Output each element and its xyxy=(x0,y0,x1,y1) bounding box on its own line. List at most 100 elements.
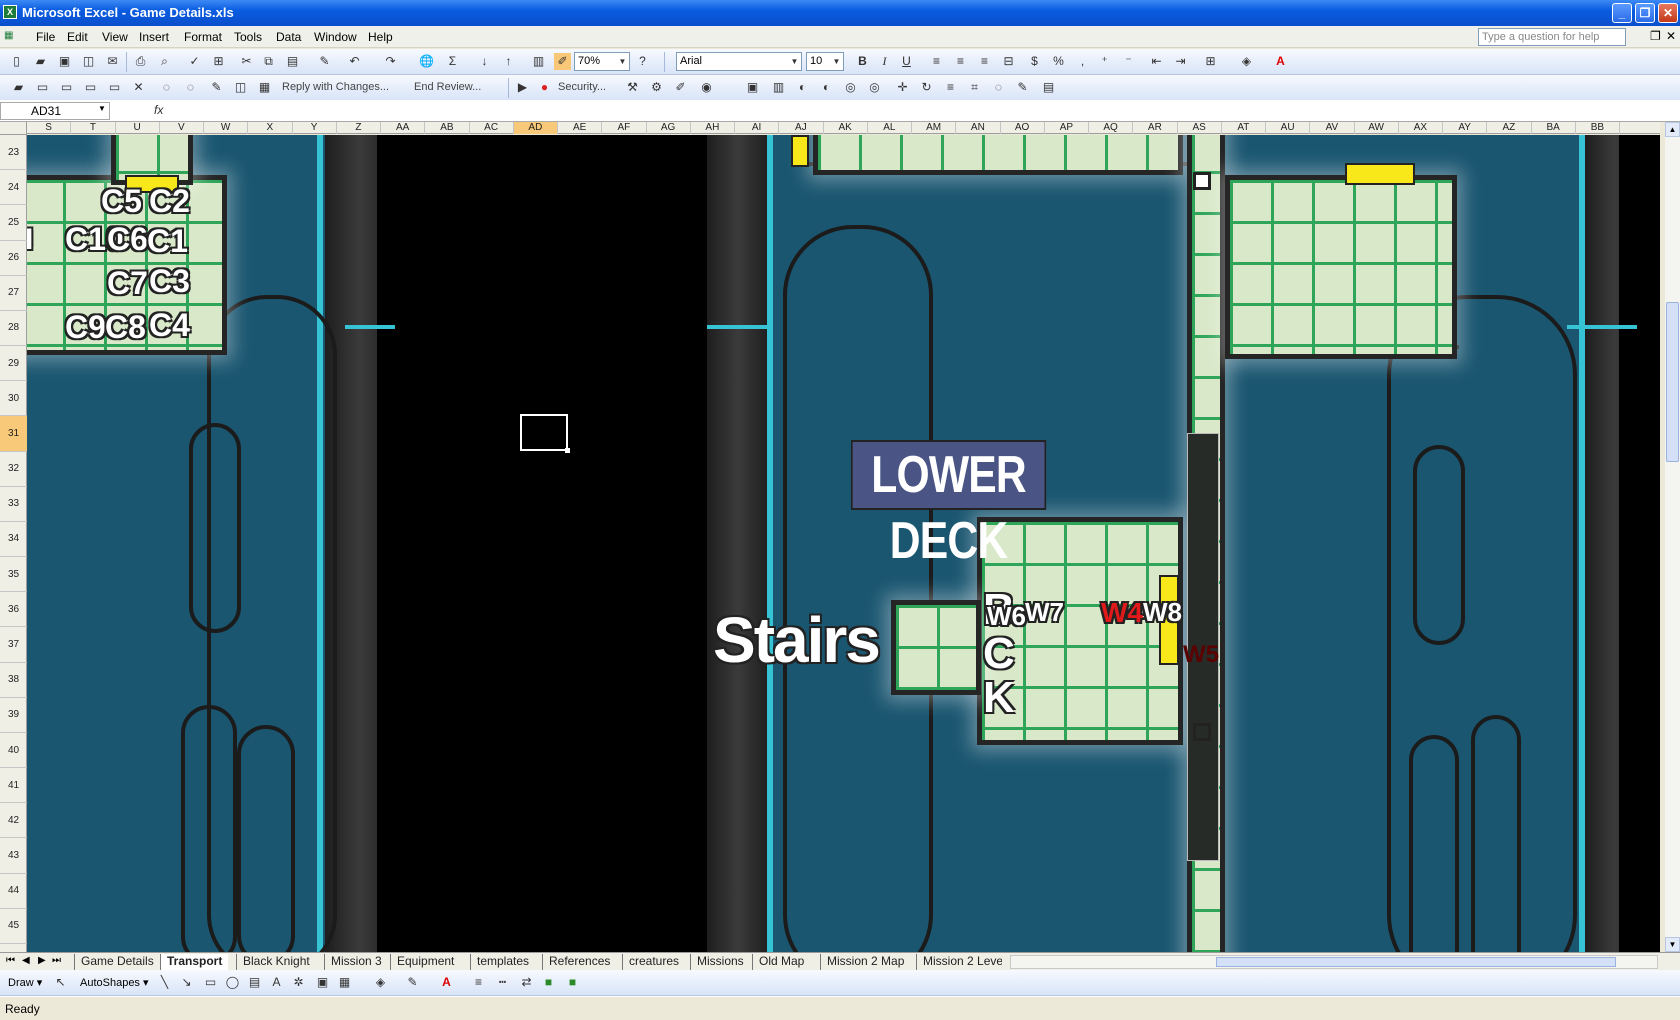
format-icon[interactable]: ▤ xyxy=(1040,79,1057,96)
scroll-thumb[interactable] xyxy=(1216,957,1616,967)
row-header[interactable]: 40 xyxy=(0,733,27,769)
comment-icon[interactable]: ▭ xyxy=(106,79,123,96)
column-header[interactable]: Y xyxy=(293,122,337,134)
font-color-icon[interactable]: A xyxy=(438,974,455,991)
line-style-icon[interactable]: ≡ xyxy=(470,974,487,991)
rotate-icon[interactable]: ↻ xyxy=(918,79,935,96)
draw-menu[interactable]: Draw ▾ xyxy=(8,976,42,989)
hyperlink-icon[interactable]: 🌐 xyxy=(418,53,435,70)
visual-basic-icon[interactable]: ⚒ xyxy=(624,79,641,96)
run-macro-icon[interactable]: ▶ xyxy=(514,79,531,96)
comment-icon[interactable]: ▭ xyxy=(58,79,75,96)
name-box[interactable]: AD31 xyxy=(0,102,110,120)
column-header[interactable]: AF xyxy=(602,122,647,134)
row-header[interactable]: 23 xyxy=(0,135,27,171)
pencil-icon[interactable]: ✎ xyxy=(1014,79,1031,96)
active-cell-selection[interactable] xyxy=(520,414,570,453)
increase-decimal-icon[interactable]: ⁺ xyxy=(1096,53,1113,70)
chevron-down-icon[interactable]: ▼ xyxy=(98,104,106,113)
print-icon[interactable]: ⎙ xyxy=(132,53,149,70)
record-macro-icon[interactable]: ● xyxy=(536,79,553,96)
fill-color-icon[interactable]: ◈ xyxy=(372,974,389,991)
row-header[interactable]: 36 xyxy=(0,592,27,628)
shape-icon[interactable]: ◌ xyxy=(990,79,1007,96)
row-header[interactable]: 28 xyxy=(0,311,27,347)
open-icon[interactable]: ▰ xyxy=(32,53,49,70)
shadow-icon[interactable]: ■ xyxy=(540,974,557,991)
column-header[interactable]: W xyxy=(204,122,249,134)
column-header[interactable]: BA xyxy=(1532,122,1576,134)
last-sheet-icon[interactable]: ⏭ xyxy=(52,955,61,966)
column-header[interactable]: V xyxy=(160,122,204,134)
column-header[interactable]: AC xyxy=(470,122,514,134)
align-right-icon[interactable]: ≡ xyxy=(976,53,993,70)
clip-art-icon[interactable]: ▣ xyxy=(314,974,331,991)
row-header[interactable]: 41 xyxy=(0,768,27,804)
form-icon[interactable]: ◐ xyxy=(794,79,811,96)
borders-icon[interactable]: ⊞ xyxy=(1202,53,1219,70)
menu-tools[interactable]: Tools xyxy=(234,30,262,44)
menu-edit[interactable]: Edit xyxy=(67,30,88,44)
reply-with-changes-button[interactable]: Reply with Changes... xyxy=(282,81,389,93)
copy-icon[interactable]: ⧉ xyxy=(260,53,277,70)
sheet-tab[interactable]: Mission 3 xyxy=(324,954,388,970)
column-header[interactable]: AV xyxy=(1310,122,1355,134)
column-header[interactable]: AN xyxy=(956,122,1001,134)
new-icon[interactable]: ▯ xyxy=(8,53,25,70)
italic-button[interactable]: I xyxy=(876,53,893,70)
percent-button[interactable]: % xyxy=(1050,53,1067,70)
row-header[interactable]: 33 xyxy=(0,487,27,522)
sheet-tab[interactable]: Old Map xyxy=(752,954,810,970)
redo-icon[interactable]: ↷ xyxy=(382,53,399,70)
research-icon[interactable]: ⊞ xyxy=(210,53,227,70)
next-sheet-icon[interactable]: ▶ xyxy=(38,955,46,966)
column-header[interactable]: AE xyxy=(558,122,603,134)
underline-button[interactable]: U xyxy=(898,53,915,70)
menu-window[interactable]: Window xyxy=(314,30,357,44)
row-header[interactable]: 29 xyxy=(0,346,27,382)
form-icon[interactable]: ▥ xyxy=(770,79,787,96)
column-header[interactable]: AO xyxy=(1001,122,1045,134)
vertical-scrollbar[interactable]: ▲ ▼ xyxy=(1665,122,1680,952)
rectangle-icon[interactable]: ▭ xyxy=(202,974,219,991)
fill-color-icon[interactable]: ◈ xyxy=(1238,53,1255,70)
menu-file[interactable]: File xyxy=(36,30,55,44)
function-icon[interactable]: fx xyxy=(154,103,163,117)
fill-handle[interactable] xyxy=(565,448,570,453)
decrease-decimal-icon[interactable]: ⁻ xyxy=(1120,53,1137,70)
sheet-tab-active[interactable]: Transport xyxy=(160,954,229,970)
column-header[interactable]: AS xyxy=(1178,122,1222,134)
scroll-thumb[interactable] xyxy=(1666,302,1679,462)
3d-icon[interactable]: ■ xyxy=(564,974,581,991)
script-icon[interactable]: ◉ xyxy=(698,79,715,96)
increase-indent-icon[interactable]: ⇥ xyxy=(1172,53,1189,70)
column-header[interactable]: U xyxy=(116,122,160,134)
row-header[interactable]: 44 xyxy=(0,874,27,909)
column-header[interactable]: AK xyxy=(824,122,868,134)
wordart-icon[interactable]: A xyxy=(268,974,285,991)
sheet-tab[interactable]: Game Details xyxy=(74,954,160,970)
form-icon[interactable]: ◎ xyxy=(866,79,883,96)
formula-input[interactable] xyxy=(176,103,1666,119)
permission-icon[interactable]: ◫ xyxy=(80,53,97,70)
sheet-tab[interactable]: Black Knight xyxy=(236,954,316,970)
delete-comment-icon[interactable]: ✕ xyxy=(130,79,147,96)
column-header[interactable]: AX xyxy=(1399,122,1443,134)
sort-descending-icon[interactable]: ↑ xyxy=(500,53,517,70)
undo-icon[interactable]: ↶ xyxy=(346,53,363,70)
email-icon[interactable]: ✉ xyxy=(104,53,121,70)
column-header[interactable]: AY xyxy=(1443,122,1488,134)
autoshapes-menu[interactable]: AutoShapes ▾ xyxy=(80,976,149,989)
column-header[interactable]: S xyxy=(27,122,72,134)
currency-icon[interactable]: $ xyxy=(1026,53,1043,70)
row-header[interactable]: 27 xyxy=(0,276,27,311)
folder-icon[interactable]: ▰ xyxy=(10,79,27,96)
column-header[interactable]: T xyxy=(71,122,116,134)
save-icon[interactable]: ▣ xyxy=(56,53,73,70)
paste-icon[interactable]: ▤ xyxy=(284,53,301,70)
row-header[interactable]: 43 xyxy=(0,838,27,874)
align-left-icon[interactable]: ≡ xyxy=(928,53,945,70)
font-size-select[interactable]: 10 ▼ xyxy=(806,52,844,71)
row-header[interactable]: 30 xyxy=(0,381,27,417)
scroll-up-icon[interactable]: ▲ xyxy=(1665,122,1680,137)
